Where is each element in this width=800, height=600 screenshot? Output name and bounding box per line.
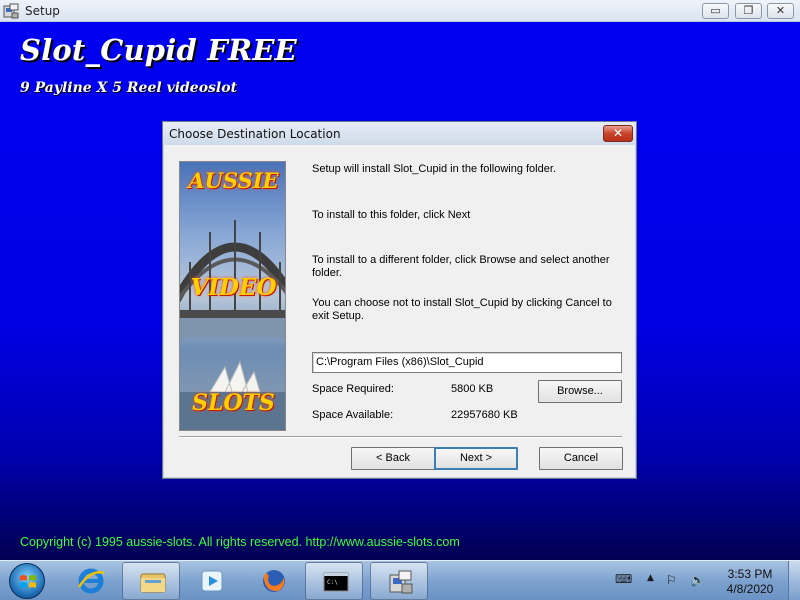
clock-date: 4/8/2020 [726,582,774,596]
space-required-label: Space Required: [312,383,394,395]
dialog-titlebar: Choose Destination Location ✕ [163,122,636,145]
window-close-button[interactable]: ✕ [767,3,794,19]
setup-app-icon [3,3,19,19]
taskbar: C:\ ⌨ ▲ ⚐ 🔈 3:53 PM 4/8/2020 [0,560,800,600]
volume-icon[interactable]: 🔈 [690,573,705,587]
banner-word-video: VIDEO [190,274,277,301]
command-prompt-icon: C:\ [323,572,349,592]
app-title: Slot_Cupid FREE [20,33,297,67]
dialog-close-button[interactable]: ✕ [603,125,633,142]
cmd-prompt-text: C:\ [327,579,338,586]
windows-logo-icon [20,575,36,588]
setup-icon [389,570,413,594]
window-title: Setup [25,4,60,18]
copyright-text: Copyright (c) 1995 aussie-slots. All rig… [20,535,460,549]
clock[interactable]: 3:53 PM 4/8/2020 [720,567,780,597]
start-button[interactable] [9,563,45,599]
space-available-label: Space Available: [312,409,394,421]
app-subtitle: 9 Payline X 5 Reel videoslot [20,80,238,96]
internet-explorer-icon [77,568,105,594]
info-text-click-next: To install to this folder, click Next [312,209,471,221]
folder-icon [140,573,166,593]
next-button[interactable]: Next > [434,447,518,470]
taskbar-file-explorer[interactable] [122,562,180,600]
show-desktop-button[interactable] [788,561,800,600]
taskbar-firefox[interactable] [244,562,302,600]
taskbar-internet-explorer[interactable] [61,562,119,600]
dialog-body: AUSSIE VIDEO SLOTS Setup will install Sl… [167,145,632,475]
choose-destination-dialog: Choose Destination Location ✕ AUSSIE VID… [162,121,637,479]
banner-word-aussie: AUSSIE [188,168,279,193]
dialog-title: Choose Destination Location [169,127,341,141]
action-center-flag-icon[interactable]: ⚐ [666,573,677,587]
minimize-button[interactable]: ▭ [702,3,729,19]
back-button[interactable]: < Back [351,447,435,470]
dialog-separator [179,436,622,438]
aussie-video-slots-banner: AUSSIE VIDEO SLOTS [179,161,286,431]
firefox-icon [263,570,285,592]
maximize-icon: ❐ [743,4,754,17]
space-available-value: 22957680 KB [451,409,518,421]
maximize-button[interactable]: ❐ [735,3,762,19]
minimize-icon: ▭ [710,4,721,17]
taskbar-media-player[interactable] [183,562,241,600]
taskbar-command-prompt[interactable]: C:\ [305,562,363,600]
browse-button[interactable]: Browse... [538,380,622,403]
clock-time: 3:53 PM [727,567,773,581]
close-icon: ✕ [612,126,624,140]
banner-word-slots: SLOTS [192,390,275,416]
destination-folder-field[interactable]: C:\Program Files (x86)\Slot_Cupid [312,352,622,373]
keyboard-icon[interactable]: ⌨ [615,572,632,586]
taskbar-setup[interactable] [370,562,428,600]
space-required-value: 5800 KB [451,383,494,395]
info-text-click-browse: To install to a different folder, click … [312,254,610,279]
media-player-icon [201,570,223,592]
cancel-button[interactable]: Cancel [539,447,623,470]
show-hidden-icons-icon[interactable]: ▲ [647,573,654,583]
window-titlebar: Setup ▭ ❐ ✕ [0,0,800,22]
info-text-click-cancel: You can choose not to install Slot_Cupid… [312,297,612,322]
info-text-install-folder: Setup will install Slot_Cupid in the fol… [312,163,556,175]
close-icon: ✕ [775,4,786,17]
